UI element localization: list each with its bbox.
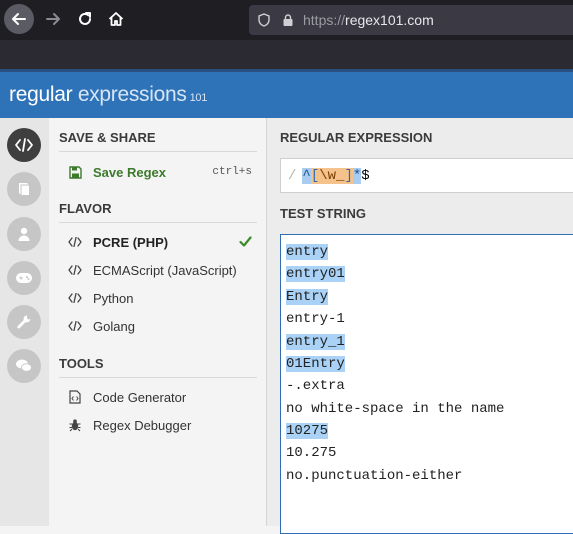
site-logo[interactable]: regular expressions 101 [9,83,207,107]
browser-toolbar: https://regex101.com [0,0,573,40]
arrow-left-icon [12,13,26,25]
home-icon [108,12,124,26]
rail-settings-button[interactable] [7,305,41,339]
address-bar[interactable]: https://regex101.com [249,5,573,35]
flavor-item-ecmascript[interactable]: ECMAScript (JavaScript) [67,260,252,280]
flavor-item-golang[interactable]: Golang [67,316,252,336]
test-line: 10.275 [286,445,337,461]
test-string-heading: TEST STRING [280,206,366,221]
bug-icon [67,417,83,433]
shield-icon[interactable] [257,13,271,27]
rail-user-button[interactable] [7,217,41,251]
save-regex-button[interactable]: Save Regex ctrl+s [67,162,252,182]
flavor-item-pcre[interactable]: PCRE (PHP) [67,232,252,252]
test-string-editor[interactable]: entry entry01 Entry entry-1 entry_1 01En… [280,234,573,534]
flavor-item-python[interactable]: Python [67,288,252,308]
back-button[interactable] [4,4,34,34]
tool-code-generator[interactable]: Code Generator [67,387,252,407]
floppy-disk-icon [67,164,83,180]
code-icon [67,262,83,278]
home-button[interactable] [101,4,131,34]
test-line: Entry [286,289,329,305]
tools-heading: TOOLS [59,356,257,378]
arrow-right-icon [46,13,60,25]
icon-rail [0,118,49,526]
regex-token-char-class: [\w_] [310,167,353,184]
flavor-heading: FLAVOR [59,201,257,223]
library-icon [19,183,29,195]
test-line: -.extra [286,378,345,394]
rail-code-button[interactable] [7,128,41,162]
test-line: entry [286,244,329,260]
rail-library-button[interactable] [7,172,41,206]
site-header: regular expressions 101 [0,69,573,118]
reload-button[interactable] [70,4,100,34]
tool-regex-debugger[interactable]: Regex Debugger [67,415,252,435]
code-icon [67,234,83,250]
test-line: 10275 [286,423,329,439]
regex-token-quantifier: * [352,167,362,184]
chat-icon [16,359,32,372]
code-icon [67,318,83,334]
test-line: no white-space in the name [286,401,505,417]
regex-token-start-anchor: ^ [302,167,311,184]
regex-input[interactable]: / ^ [\w_] * $ [280,158,573,193]
code-icon [67,290,83,306]
lock-icon[interactable] [281,13,295,27]
code-icon [15,138,33,152]
regex-delimiter: / [288,167,297,184]
main-panel: REGULAR EXPRESSION / ^ [\w_] * $ TEST STRIN… [266,118,573,534]
test-line: entry-1 [286,311,345,327]
test-line: 01Entry [286,356,345,372]
code-file-icon [67,389,83,405]
forward-button[interactable] [38,4,68,34]
browser-toolbar-strip [0,40,573,69]
regex-token-end-anchor: $ [361,167,370,184]
sidebar: SAVE & SHARE Save Regex ctrl+s FLAVOR PC… [49,118,266,526]
test-line: entry01 [286,266,345,282]
save-share-heading: SAVE & SHARE [59,130,257,152]
check-icon [239,235,252,250]
reload-icon [79,12,91,25]
url-text: https://regex101.com [303,12,434,28]
save-shortcut: ctrl+s [212,166,252,178]
wrench-icon [17,315,31,329]
user-icon [18,227,30,241]
test-line: no.punctuation-either [286,468,463,484]
test-line: entry_1 [286,334,345,350]
rail-chat-button[interactable] [7,349,41,383]
rail-quiz-button[interactable] [7,261,41,295]
regex-heading: REGULAR EXPRESSION [280,130,433,145]
gamepad-icon [16,273,32,283]
